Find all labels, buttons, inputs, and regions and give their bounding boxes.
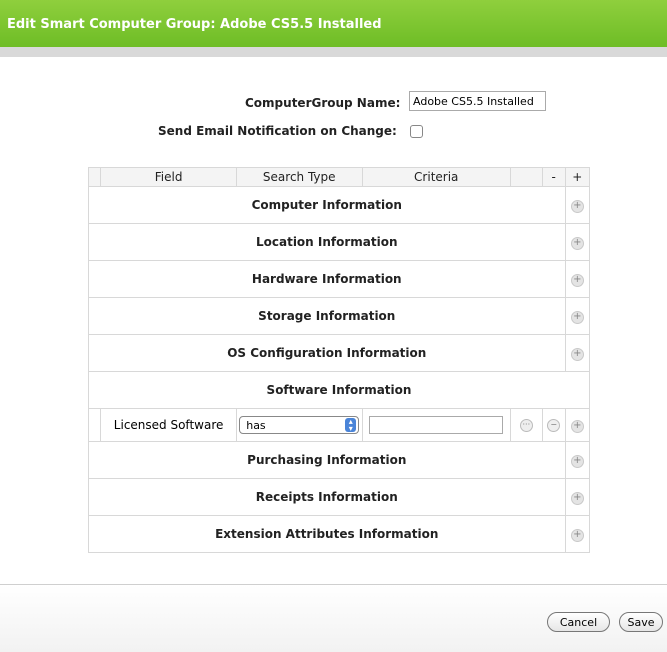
- drag-handle[interactable]: [87, 408, 102, 442]
- add-criteria-button[interactable]: +: [564, 515, 591, 553]
- field-column-header: Field: [100, 167, 237, 187]
- email-notification-label: Send Email Notification on Change:: [158, 124, 397, 138]
- section-row-computer: Computer Information +: [88, 186, 591, 224]
- group-name-label: ComputerGroup Name:: [245, 96, 401, 110]
- add-criteria-button[interactable]: +: [564, 186, 591, 224]
- plus-icon: +: [570, 200, 584, 213]
- add-column-header: +: [564, 167, 591, 187]
- criterion-field: Licensed Software: [100, 408, 237, 442]
- cancel-button[interactable]: Cancel: [547, 612, 610, 632]
- section-row-extension-attributes: Extension Attributes Information +: [88, 515, 591, 553]
- plus-icon: +: [570, 311, 584, 324]
- remove-column-header: -: [541, 167, 566, 187]
- section-row-storage: Storage Information +: [88, 297, 591, 335]
- add-criteria-button[interactable]: +: [564, 297, 591, 335]
- window-title: Edit Smart Computer Group: Adobe CS5.5 I…: [7, 17, 382, 32]
- section-label: OS Configuration Information: [88, 334, 566, 372]
- section-label: Location Information: [88, 223, 566, 261]
- section-label: Extension Attributes Information: [88, 515, 566, 553]
- add-criterion-icon[interactable]: +: [570, 420, 584, 433]
- group-name-input[interactable]: [409, 91, 546, 111]
- criteria-value-input[interactable]: [369, 416, 504, 434]
- section-row-purchasing: Purchasing Information +: [88, 441, 591, 479]
- section-row-location: Location Information +: [88, 223, 591, 261]
- plus-icon: +: [570, 455, 584, 468]
- search-type-value: has: [246, 419, 266, 432]
- section-label: Hardware Information: [88, 260, 566, 298]
- drag-column-header: [87, 167, 102, 187]
- section-row-hardware: Hardware Information +: [88, 260, 591, 298]
- title-bar: Edit Smart Computer Group: Adobe CS5.5 I…: [0, 0, 667, 57]
- section-row-receipts: Receipts Information +: [88, 478, 591, 516]
- add-criteria-button[interactable]: +: [564, 223, 591, 261]
- criteria-table: Field Search Type Criteria - + Computer …: [87, 167, 591, 553]
- add-criteria-button[interactable]: +: [564, 441, 591, 479]
- more-options-icon[interactable]: ···: [519, 419, 533, 432]
- section-label: Receipts Information: [88, 478, 566, 516]
- add-criteria-button[interactable]: +: [564, 260, 591, 298]
- add-criteria-button[interactable]: +: [564, 334, 591, 372]
- plus-icon: +: [570, 274, 584, 287]
- plus-icon: +: [570, 237, 584, 250]
- search-type-select[interactable]: has ▴ ▾: [239, 416, 360, 434]
- section-label: Purchasing Information: [88, 441, 566, 479]
- section-label: Software Information: [88, 371, 590, 409]
- remove-criterion-icon[interactable]: −: [547, 419, 561, 432]
- plus-icon: +: [570, 348, 584, 361]
- table-header: Field Search Type Criteria - +: [87, 167, 591, 187]
- criteria-column-header: Criteria: [361, 167, 511, 187]
- email-notification-checkbox[interactable]: [410, 125, 423, 138]
- select-arrows-icon: ▴ ▾: [345, 418, 357, 433]
- section-label: Computer Information: [88, 186, 566, 224]
- add-criteria-button[interactable]: +: [564, 478, 591, 516]
- more-column-header: [509, 167, 543, 187]
- plus-icon: +: [570, 492, 584, 505]
- save-button[interactable]: Save: [619, 612, 663, 632]
- criterion-row: Licensed Software has ▴ ▾ ··· − +: [87, 408, 591, 442]
- section-label: Storage Information: [88, 297, 566, 335]
- plus-icon: +: [570, 529, 584, 542]
- section-row-os-configuration: OS Configuration Information +: [88, 334, 591, 372]
- search-type-column-header: Search Type: [235, 167, 363, 187]
- section-row-software: Software Information: [88, 371, 590, 409]
